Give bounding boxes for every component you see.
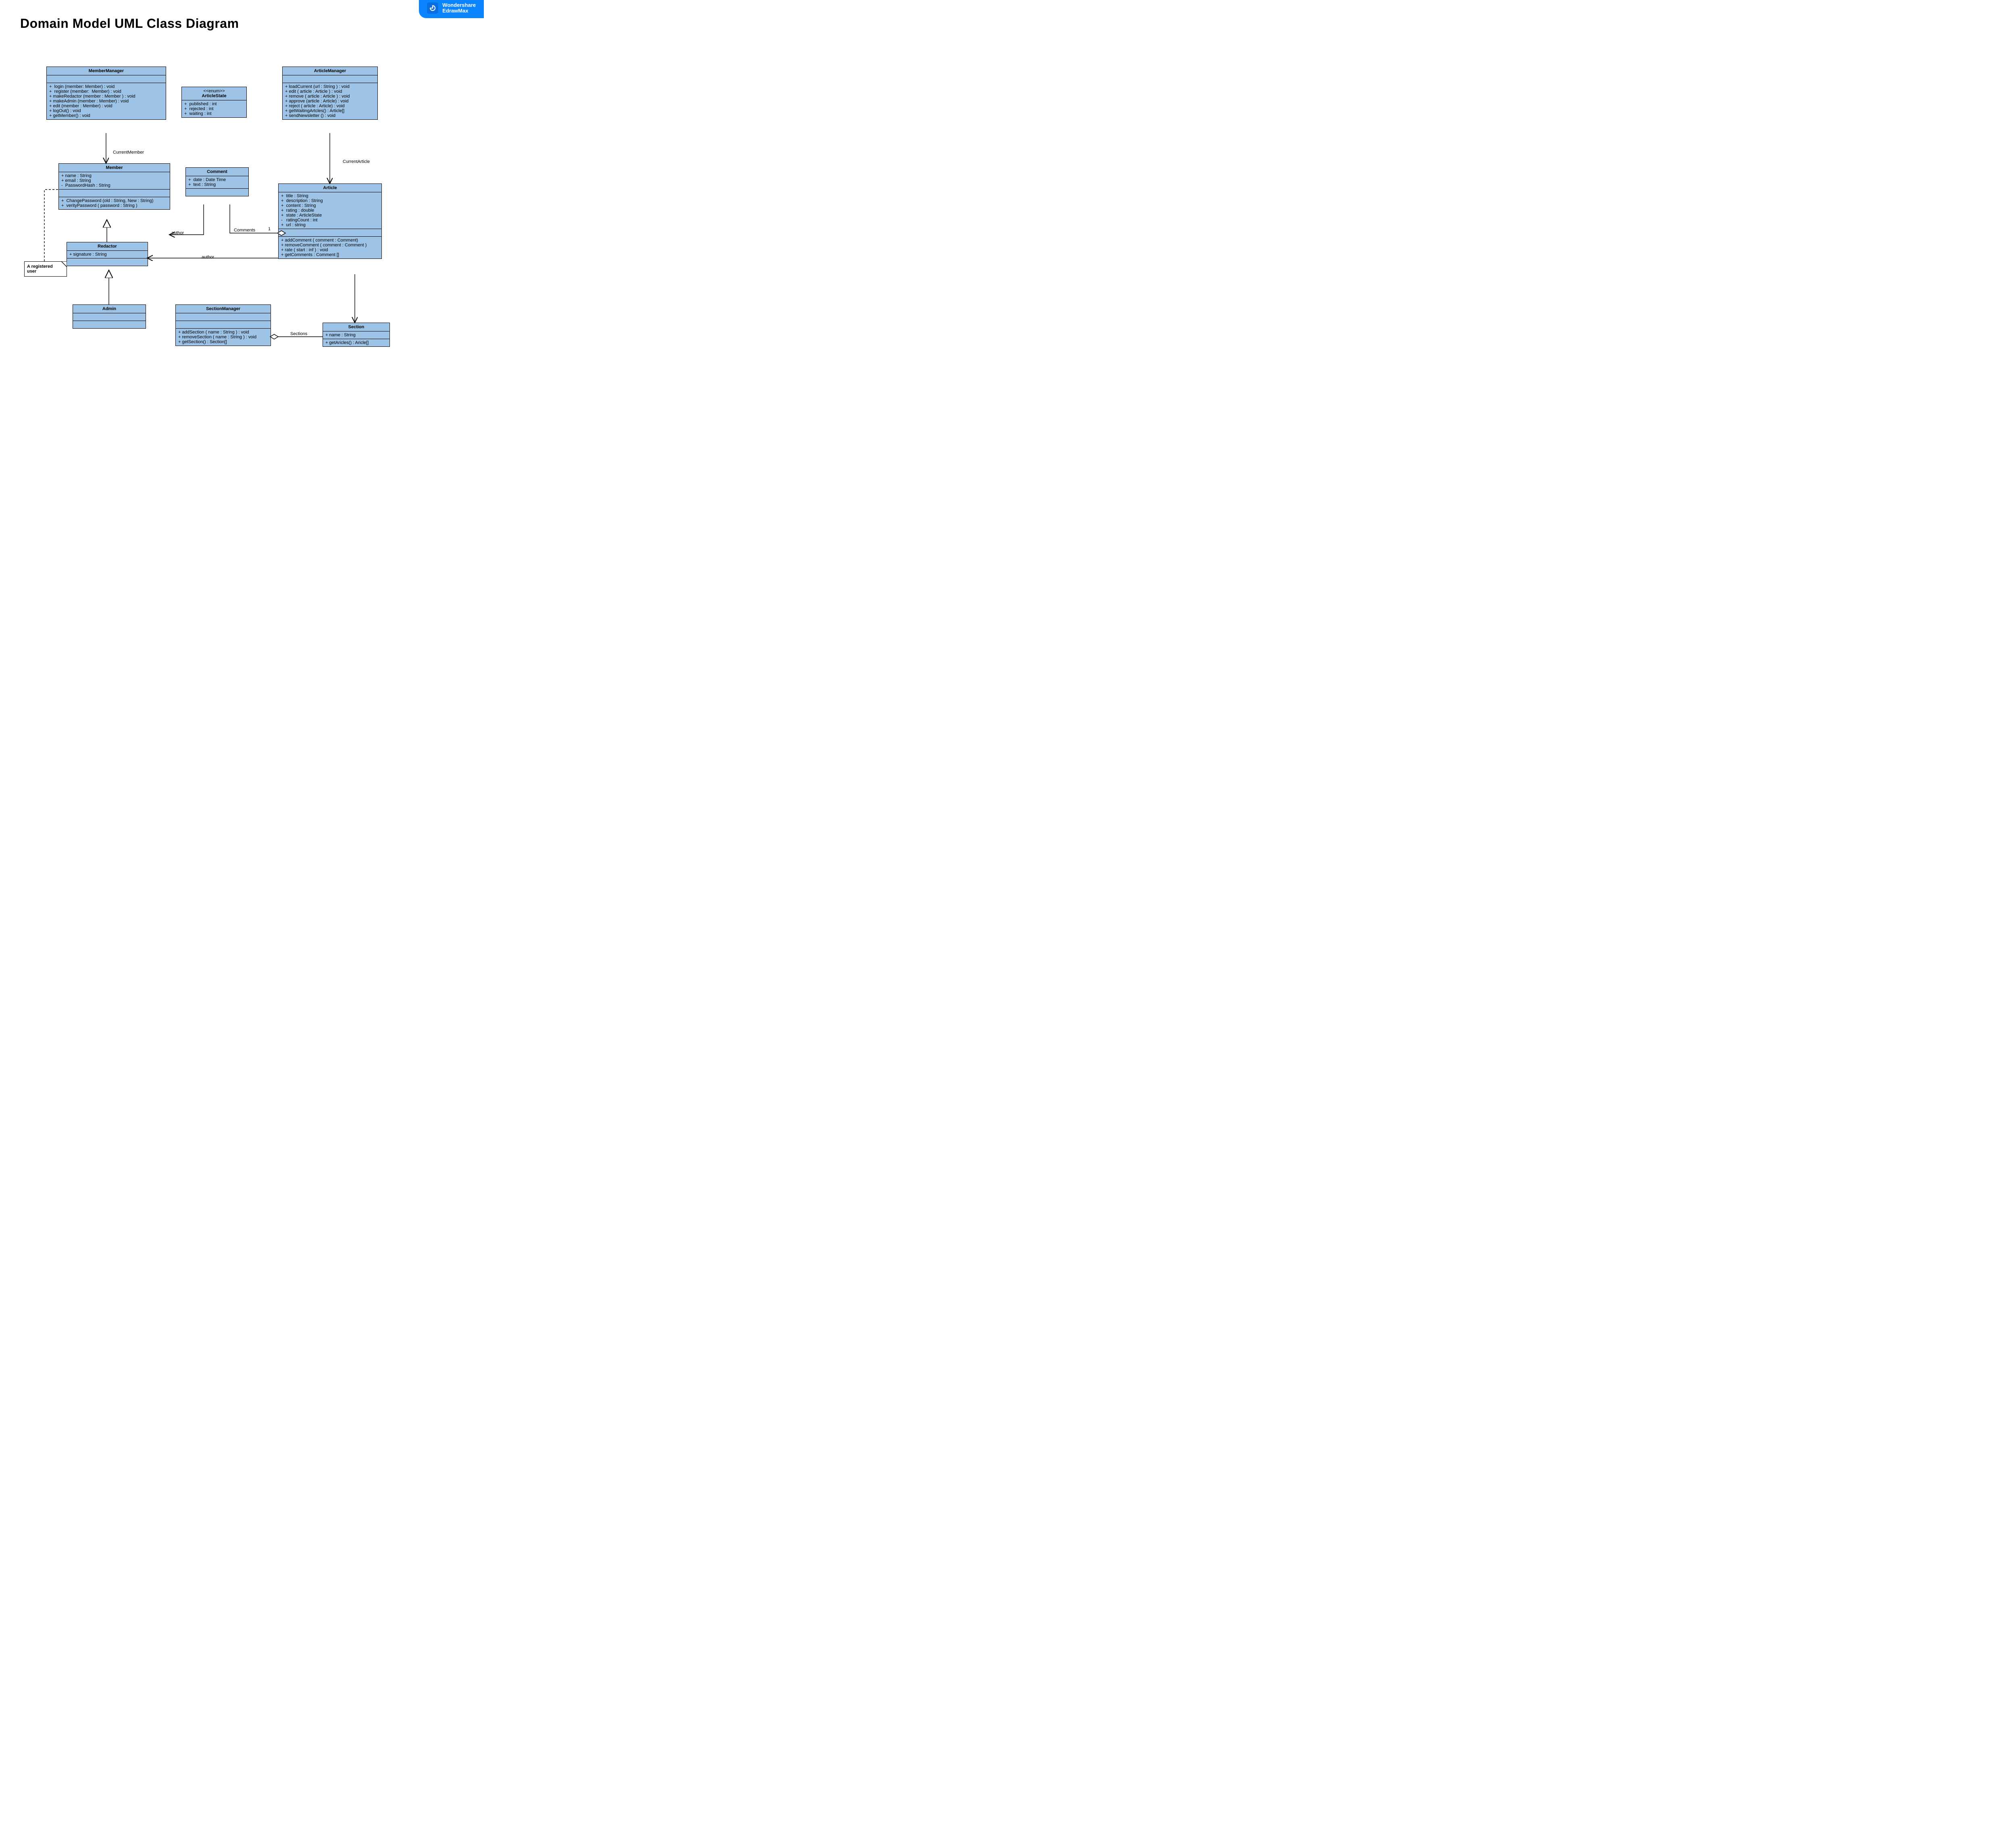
brand-text: Wondershare EdrawMax bbox=[442, 2, 476, 14]
label-current-article: CurrentArticle bbox=[343, 159, 370, 164]
page-title: Domain Model UML Class Diagram bbox=[20, 16, 239, 31]
class-member: Member + name : String + email : String … bbox=[58, 163, 170, 210]
note-registered-user: A registered user bbox=[24, 261, 67, 277]
class-member-manager: MemberManager + login (member: Member) :… bbox=[46, 67, 166, 120]
label-author-2: author bbox=[202, 255, 214, 260]
class-comment: Comment + date : Date Time + text : Stri… bbox=[185, 167, 249, 196]
class-article-state: <<enum>> ArticleState + published : int … bbox=[181, 87, 247, 118]
class-admin: Admin bbox=[73, 304, 146, 329]
label-current-member: CurrentMember bbox=[113, 150, 144, 155]
diagram-canvas: Domain Model UML Class Diagram Wondersha… bbox=[0, 0, 484, 441]
brand-badge: Wondershare EdrawMax bbox=[419, 0, 484, 18]
class-article-manager: ArticleManager + loadCurrent (url : Stri… bbox=[282, 67, 378, 120]
label-comments: Comments bbox=[234, 228, 255, 233]
note-fold-icon bbox=[60, 261, 67, 268]
brand-logo-icon bbox=[427, 2, 438, 14]
class-section: Section + name : String + getAricles() :… bbox=[323, 323, 390, 347]
class-redactor: Redactor + signature : String bbox=[67, 242, 148, 266]
ops: + login (member: Member) : void + regist… bbox=[47, 83, 166, 119]
label-one: 1 bbox=[268, 227, 271, 231]
label-author-1: author bbox=[171, 231, 184, 235]
label-sections: Sections bbox=[290, 331, 307, 336]
class-article: Article + title : String + description :… bbox=[278, 183, 382, 259]
class-section-manager: SectionManager + addSection ( name : Str… bbox=[175, 304, 271, 346]
